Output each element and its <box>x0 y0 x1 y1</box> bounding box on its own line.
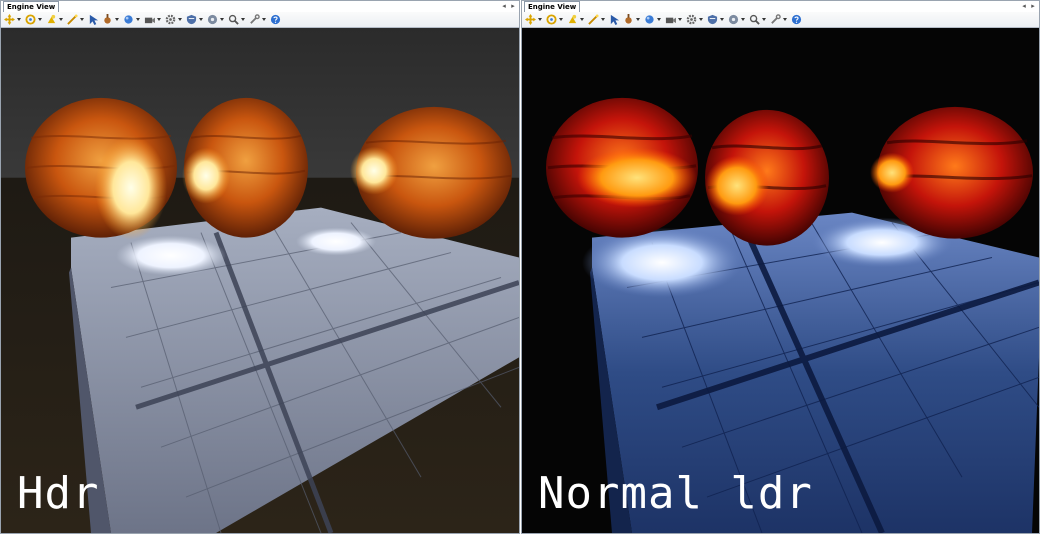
sphere-icon[interactable] <box>643 14 655 26</box>
dropdown-arrow-icon[interactable] <box>783 14 787 26</box>
wand-icon[interactable] <box>66 14 78 26</box>
rotate-icon[interactable] <box>24 14 36 26</box>
hdr-render-scene <box>1 28 519 533</box>
dropdown-arrow-icon[interactable] <box>720 14 724 26</box>
dropdown-arrow-icon[interactable] <box>80 14 84 26</box>
cursor-icon[interactable] <box>87 14 99 26</box>
tab-scroll-right-icon[interactable]: ▸ <box>1029 1 1037 11</box>
sphere-left <box>546 97 698 238</box>
tab-engine-view[interactable]: Engine View <box>524 1 581 12</box>
dropdown-arrow-icon[interactable] <box>136 14 140 26</box>
gear-paint-icon[interactable] <box>622 14 634 26</box>
disc-icon[interactable] <box>206 14 218 26</box>
help-icon[interactable] <box>790 14 802 26</box>
dropdown-arrow-icon[interactable] <box>115 14 119 26</box>
wrench-icon[interactable] <box>769 14 781 26</box>
viewport-caption: Normal ldr <box>538 468 813 519</box>
camera-icon[interactable] <box>664 14 676 26</box>
dropdown-arrow-icon[interactable] <box>241 14 245 26</box>
lightbulb-icon[interactable] <box>566 14 578 26</box>
tab-scroll-left-icon[interactable]: ◂ <box>500 1 508 11</box>
toolbar-tools <box>3 13 283 26</box>
gear-paint-icon[interactable] <box>101 14 113 26</box>
dropdown-arrow-icon[interactable] <box>178 14 182 26</box>
dropdown-arrow-icon[interactable] <box>580 14 584 26</box>
move-icon[interactable] <box>524 14 536 26</box>
magnifier-icon[interactable] <box>748 14 760 26</box>
ldr-render-scene <box>522 28 1039 533</box>
dropdown-arrow-icon[interactable] <box>157 14 161 26</box>
dropdown-arrow-icon[interactable] <box>657 14 661 26</box>
dropdown-arrow-icon[interactable] <box>59 14 63 26</box>
dropdown-arrow-icon[interactable] <box>601 14 605 26</box>
disc-icon[interactable] <box>727 14 739 26</box>
dropdown-arrow-icon[interactable] <box>220 14 224 26</box>
dropdown-arrow-icon[interactable] <box>636 14 640 26</box>
sphere-icon[interactable] <box>122 14 134 26</box>
help-icon[interactable] <box>269 14 281 26</box>
move-icon[interactable] <box>3 14 15 26</box>
sphere-center <box>705 109 829 246</box>
dropdown-arrow-icon[interactable] <box>38 14 42 26</box>
rotate-icon[interactable] <box>545 14 557 26</box>
shield-icon[interactable] <box>185 14 197 26</box>
toolbar-tools <box>524 13 804 26</box>
dropdown-arrow-icon[interactable] <box>699 14 703 26</box>
tab-engine-view[interactable]: Engine View <box>3 1 60 12</box>
dropdown-arrow-icon[interactable] <box>559 14 563 26</box>
engine-view-pane-hdr: Engine View ◂ ▸ Hdr <box>0 0 520 534</box>
render-viewport[interactable]: Hdr <box>1 28 519 533</box>
dropdown-arrow-icon[interactable] <box>678 14 682 26</box>
engine-view-pane-ldr: Engine View ◂ ▸ Normal ldr <box>521 0 1040 534</box>
dropdown-arrow-icon[interactable] <box>762 14 766 26</box>
cursor-icon[interactable] <box>608 14 620 26</box>
dropdown-arrow-icon[interactable] <box>741 14 745 26</box>
wand-icon[interactable] <box>587 14 599 26</box>
dropdown-arrow-icon[interactable] <box>199 14 203 26</box>
settings-icon[interactable] <box>164 14 176 26</box>
toolbar <box>1 12 519 28</box>
shield-icon[interactable] <box>706 14 718 26</box>
dropdown-arrow-icon[interactable] <box>538 14 542 26</box>
wrench-icon[interactable] <box>248 14 260 26</box>
settings-icon[interactable] <box>685 14 697 26</box>
toolbar <box>522 12 1039 28</box>
tab-scroll-right-icon[interactable]: ▸ <box>509 1 517 11</box>
camera-icon[interactable] <box>143 14 155 26</box>
dropdown-arrow-icon[interactable] <box>262 14 266 26</box>
tab-scroll-left-icon[interactable]: ◂ <box>1020 1 1028 11</box>
viewport-caption: Hdr <box>17 468 100 519</box>
lightbulb-icon[interactable] <box>45 14 57 26</box>
render-viewport[interactable]: Normal ldr <box>522 28 1039 533</box>
magnifier-icon[interactable] <box>227 14 239 26</box>
dropdown-arrow-icon[interactable] <box>17 14 21 26</box>
